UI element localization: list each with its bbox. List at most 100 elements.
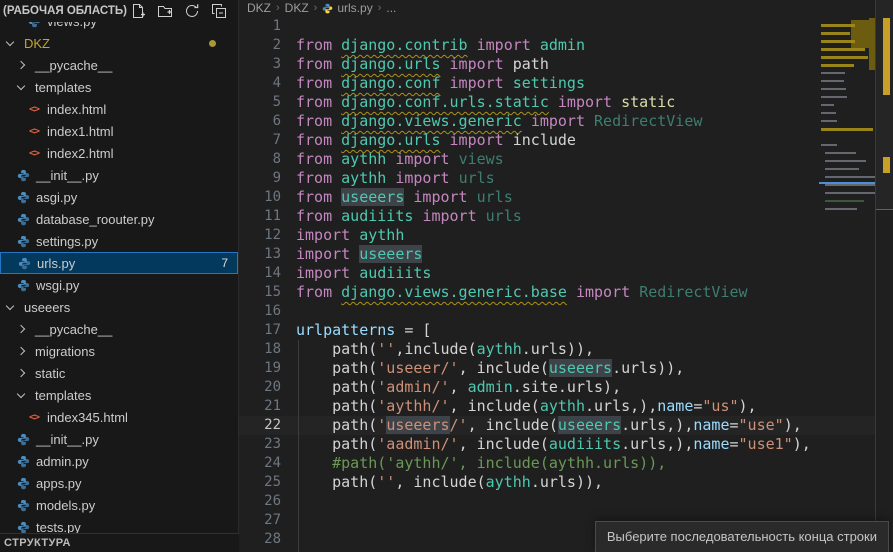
code-line-21[interactable]: 21 path('aythh/', include(aythh.urls,),n… bbox=[239, 397, 893, 416]
code-line-3[interactable]: 3from django.urls import path bbox=[239, 55, 893, 74]
code-line-12[interactable]: 12import aythh bbox=[239, 226, 893, 245]
code-line-4[interactable]: 4from django.conf import settings bbox=[239, 74, 893, 93]
tree-item-templates[interactable]: templates bbox=[0, 384, 238, 406]
tree-item-apps-py[interactable]: apps.py bbox=[0, 472, 238, 494]
python-file-icon bbox=[15, 189, 31, 205]
minimap-line bbox=[825, 176, 874, 178]
refresh-icon[interactable] bbox=[184, 3, 200, 19]
tree-item-urls-py[interactable]: urls.py7 bbox=[0, 252, 238, 274]
scrollbar-overview-ruler[interactable] bbox=[875, 0, 893, 552]
breadcrumb-item-folder[interactable]: DKZ bbox=[285, 1, 309, 15]
chevron-right-icon: › bbox=[276, 2, 280, 14]
tree-item--pycache-[interactable]: __pycache__ bbox=[0, 54, 238, 76]
code-line-14[interactable]: 14import audiiits bbox=[239, 264, 893, 283]
tree-item-admin-py[interactable]: admin.py bbox=[0, 450, 238, 472]
tree-item-dkz[interactable]: DKZ bbox=[0, 32, 238, 54]
tree-item--init-py[interactable]: __init__.py bbox=[0, 164, 238, 186]
breadcrumb-item-root[interactable]: DKZ bbox=[247, 1, 271, 15]
line-number: 2 bbox=[239, 36, 281, 55]
line-number: 24 bbox=[239, 454, 281, 473]
line-number: 11 bbox=[239, 207, 281, 226]
tree-item-label: index.html bbox=[47, 102, 106, 117]
tree-item-useeers[interactable]: useeers bbox=[0, 296, 238, 318]
python-file-icon bbox=[15, 233, 31, 249]
new-file-icon[interactable] bbox=[130, 3, 146, 19]
code-line-17[interactable]: 17urlpatterns = [ bbox=[239, 321, 893, 340]
code-line-26[interactable]: 26 bbox=[239, 492, 893, 511]
line-number: 6 bbox=[239, 112, 281, 131]
code-line-20[interactable]: 20 path('admin/', admin.site.urls), bbox=[239, 378, 893, 397]
tree-item-templates[interactable]: templates bbox=[0, 76, 238, 98]
python-file-icon bbox=[322, 3, 333, 14]
tree-item-asgi-py[interactable]: asgi.py bbox=[0, 186, 238, 208]
tree-item-index345-html[interactable]: <>index345.html bbox=[0, 406, 238, 428]
line-number: 20 bbox=[239, 378, 281, 397]
problems-count-badge: 7 bbox=[221, 256, 228, 270]
minimap-line bbox=[821, 56, 868, 59]
outline-section-header[interactable]: СТРУКТУРА bbox=[0, 533, 242, 552]
line-number: 8 bbox=[239, 150, 281, 169]
chevron-right-icon bbox=[17, 347, 25, 355]
html-file-icon: <> bbox=[26, 123, 42, 139]
code-line-7[interactable]: 7from django.urls import include bbox=[239, 131, 893, 150]
minimap-line bbox=[825, 200, 864, 202]
python-file-icon bbox=[15, 431, 31, 447]
code-line-18[interactable]: 18 path('',include(aythh.urls)), bbox=[239, 340, 893, 359]
tree-item-models-py[interactable]: models.py bbox=[0, 494, 238, 516]
chevron-right-icon: › bbox=[378, 2, 382, 14]
collapse-all-icon[interactable] bbox=[211, 3, 227, 19]
breadcrumb-item-file[interactable]: urls.py bbox=[337, 1, 372, 15]
line-number: 4 bbox=[239, 74, 281, 93]
python-file-icon bbox=[16, 255, 32, 271]
line-number: 7 bbox=[239, 131, 281, 150]
code-line-11[interactable]: 11from audiiits import urls bbox=[239, 207, 893, 226]
tree-item-label: __pycache__ bbox=[35, 322, 112, 337]
line-number: 15 bbox=[239, 283, 281, 302]
minimap-line bbox=[825, 208, 857, 210]
tree-item-settings-py[interactable]: settings.py bbox=[0, 230, 238, 252]
tree-item-label: index345.html bbox=[47, 410, 128, 425]
code-line-8[interactable]: 8from aythh import views bbox=[239, 150, 893, 169]
code-line-22[interactable]: 22 path('useeers/', include(useeers.urls… bbox=[239, 416, 893, 435]
tree-item-wsgi-py[interactable]: wsgi.py bbox=[0, 274, 238, 296]
file-tree: views.pyDKZ__pycache__templates<>index.h… bbox=[0, 10, 238, 538]
tree-item-index-html[interactable]: <> index.html bbox=[0, 98, 238, 120]
code-line-10[interactable]: 10from useeers import urls bbox=[239, 188, 893, 207]
line-number: 1 bbox=[239, 17, 281, 36]
minimap-line bbox=[821, 32, 850, 35]
new-folder-icon[interactable] bbox=[157, 3, 173, 19]
code-line-25[interactable]: 25 path('', include(aythh.urls)), bbox=[239, 473, 893, 492]
code-line-5[interactable]: 5from django.conf.urls.static import sta… bbox=[239, 93, 893, 112]
line-number: 5 bbox=[239, 93, 281, 112]
line-number: 18 bbox=[239, 340, 281, 359]
code-line-19[interactable]: 19 path('useeer/', include(useeers.urls)… bbox=[239, 359, 893, 378]
tree-item-static[interactable]: static bbox=[0, 362, 238, 384]
python-file-icon bbox=[15, 475, 31, 491]
tree-item--init-py[interactable]: __init__.py bbox=[0, 428, 238, 450]
tree-item-database-roouter-py[interactable]: database_roouter.py bbox=[0, 208, 238, 230]
code-line-15[interactable]: 15from django.views.generic.base import … bbox=[239, 283, 893, 302]
code-line-23[interactable]: 23 path('aadmin/', include(audiiits.urls… bbox=[239, 435, 893, 454]
line-number: 12 bbox=[239, 226, 281, 245]
html-file-icon: <> bbox=[26, 101, 42, 117]
tree-item-index1-html[interactable]: <>index1.html bbox=[0, 120, 238, 142]
tree-item-index2-html[interactable]: <>index2.html bbox=[0, 142, 238, 164]
breadcrumb-item-symbol[interactable]: ... bbox=[386, 1, 396, 15]
tree-item-label: migrations bbox=[35, 344, 95, 359]
code-line-9[interactable]: 9from aythh import urls bbox=[239, 169, 893, 188]
line-number: 13 bbox=[239, 245, 281, 264]
tree-item-migrations[interactable]: migrations bbox=[0, 340, 238, 362]
minimap[interactable] bbox=[819, 12, 875, 242]
chevron-down-icon bbox=[6, 37, 14, 45]
code-line-13[interactable]: 13import useeers bbox=[239, 245, 893, 264]
tree-item-label: settings.py bbox=[36, 234, 98, 249]
minimap-line bbox=[825, 184, 877, 186]
tree-item-label: index2.html bbox=[47, 146, 113, 161]
code-line-16[interactable]: 16 bbox=[239, 302, 893, 321]
code-line-2[interactable]: 2from django.contrib import admin bbox=[239, 36, 893, 55]
code-line-24[interactable]: 24 #path('aythh/', include(aythh.urls)), bbox=[239, 454, 893, 473]
tree-item--pycache-[interactable]: __pycache__ bbox=[0, 318, 238, 340]
code-line-1[interactable]: 1 bbox=[239, 17, 893, 36]
code-line-6[interactable]: 6from django.views.generic import Redire… bbox=[239, 112, 893, 131]
code-area[interactable]: 12from django.contrib import admin3from … bbox=[239, 17, 893, 549]
